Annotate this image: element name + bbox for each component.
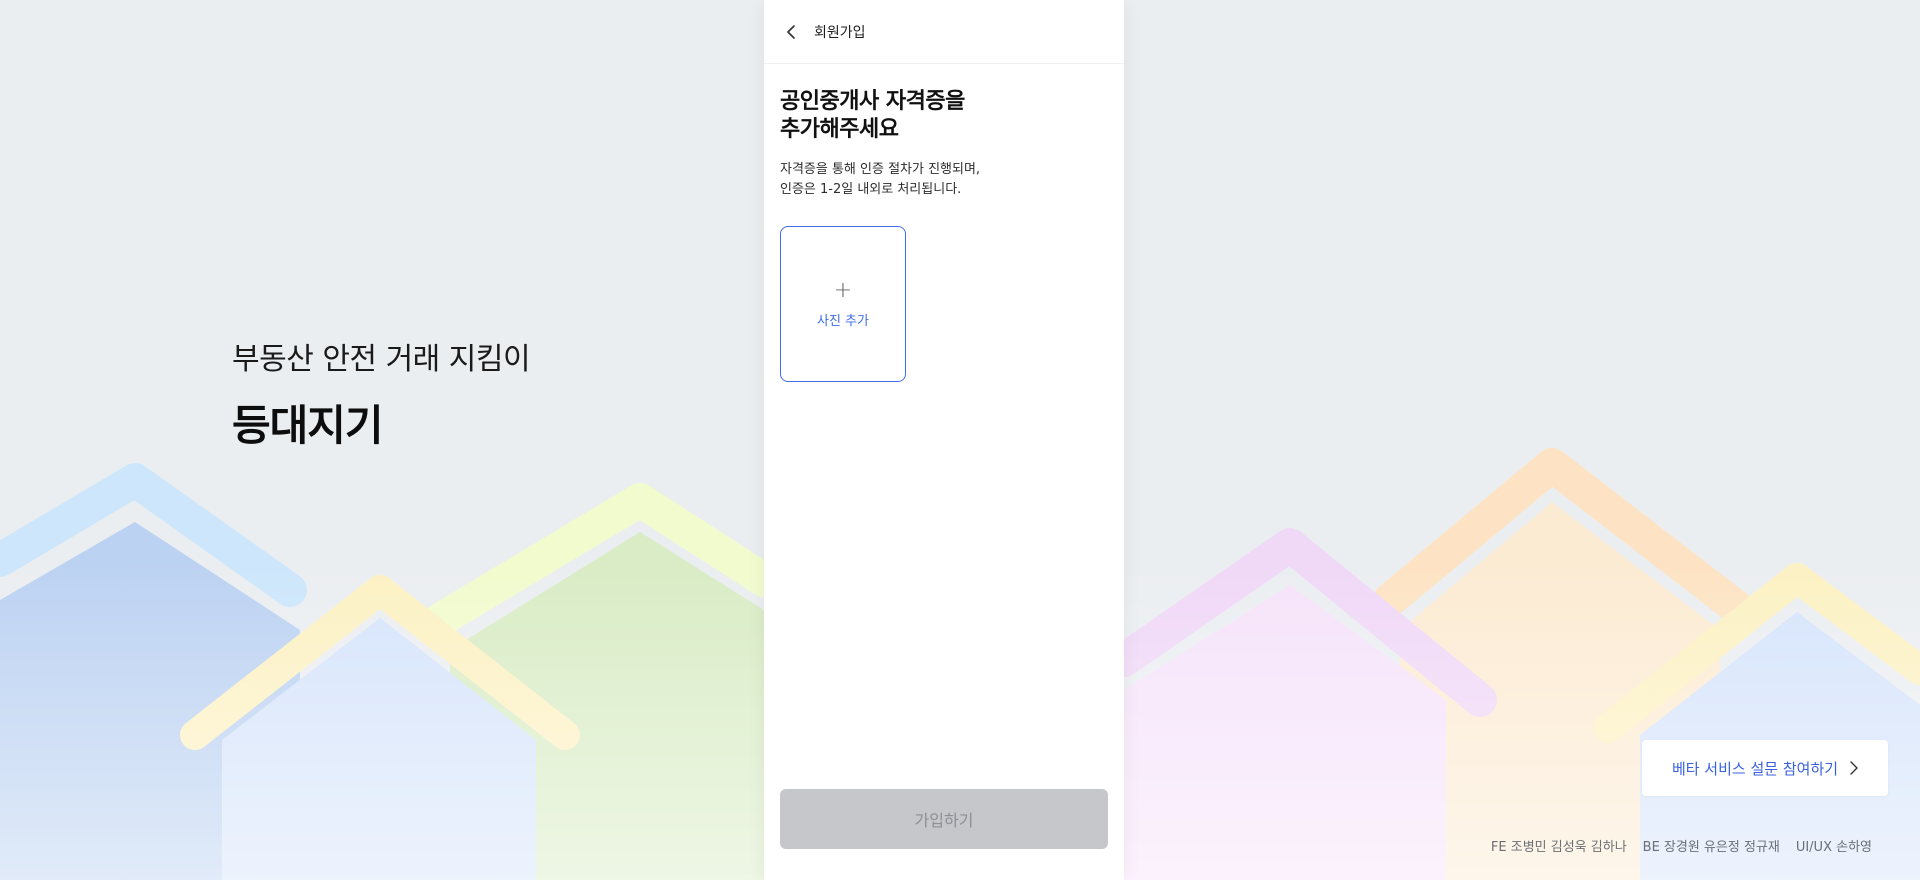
credit-fe: FE 조병민 김성욱 김하나 bbox=[1490, 840, 1627, 855]
back-button[interactable] bbox=[780, 20, 804, 44]
credit-uiux: UI/UX 손하영 bbox=[1795, 840, 1872, 855]
chevron-right-icon bbox=[1850, 761, 1858, 775]
survey-label: 베타 서비스 설문 참여하기 bbox=[1671, 759, 1839, 778]
main-content: 공인중개사 자격증을 추가해주세요 자격증을 통해 인증 절차가 진행되며, 인… bbox=[764, 64, 1124, 382]
add-photo-button[interactable]: + 사진 추가 bbox=[780, 226, 906, 382]
add-photo-label: 사진 추가 bbox=[817, 313, 869, 329]
brand-block: 부동산 안전 거래 지킴이 등대지기 bbox=[232, 334, 531, 453]
beta-survey-button[interactable]: 베타 서비스 설문 참여하기 bbox=[1642, 740, 1888, 796]
chevron-left-icon bbox=[787, 24, 795, 39]
brand-name: 등대지기 bbox=[232, 401, 384, 450]
plus-icon: + bbox=[833, 277, 853, 303]
description: 자격증을 통해 인증 절차가 진행되며, 인증은 1-2일 내외로 처리됩니다. bbox=[780, 162, 981, 197]
team-credits: FE 조병민 김성욱 김하나 BE 장경원 유은정 정규재 UI/UX 손하영 bbox=[1491, 836, 1872, 855]
signup-panel: 회원가입 공인중개사 자격증을 추가해주세요 자격증을 통해 인증 절차가 진행… bbox=[764, 0, 1124, 880]
signup-submit-button[interactable]: 가입하기 bbox=[780, 789, 1108, 849]
brand-tagline: 부동산 안전 거래 지킴이 bbox=[232, 342, 531, 377]
heading: 공인중개사 자격증을 추가해주세요 bbox=[780, 89, 965, 142]
page-title: 회원가입 bbox=[814, 24, 866, 41]
app-bar: 회원가입 bbox=[764, 0, 1124, 64]
credit-be: BE 장경원 유은정 정규재 bbox=[1642, 840, 1780, 855]
